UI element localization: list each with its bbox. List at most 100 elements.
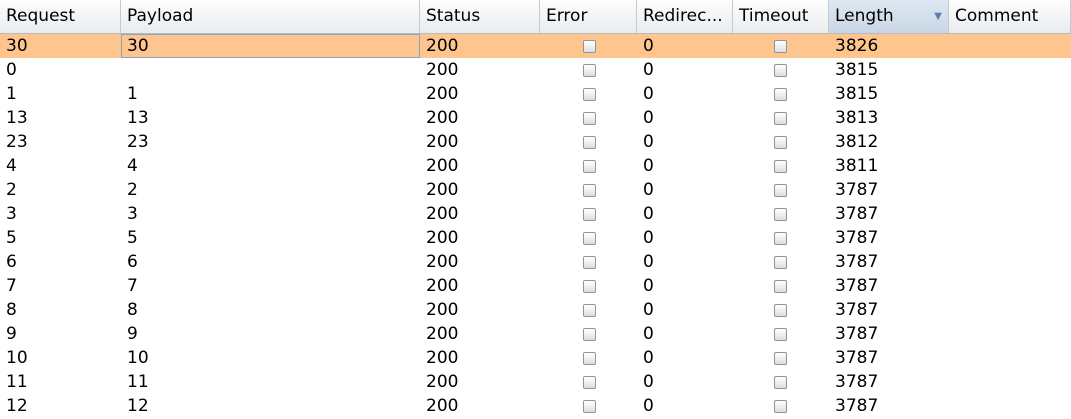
table-row[interactable]: 11 11 200 0 3787 [0,370,1071,394]
timeout-checkbox[interactable] [774,207,787,221]
cell-error [540,106,637,130]
cell-timeout [733,58,829,82]
cell-request: 3 [6,204,17,224]
timeout-checkbox[interactable] [774,351,787,365]
cell-length: 3787 [835,324,879,344]
cell-status: 200 [426,372,459,392]
cell-status: 200 [426,252,459,272]
cell-status: 200 [426,228,459,248]
column-header-redirects[interactable]: Redirec... [637,0,733,33]
cell-comment [949,298,1071,322]
table-row[interactable]: 1 1 200 0 3815 [0,82,1071,106]
table-row[interactable]: 4 4 200 0 3811 [0,154,1071,178]
table-row[interactable]: 12 12 200 0 3787 [0,394,1071,418]
column-header-request[interactable]: Request [0,0,121,33]
cell-comment [949,250,1071,274]
cell-timeout [733,106,829,130]
cell-request: 13 [6,108,28,128]
cell-redirects: 0 [643,372,654,392]
error-checkbox[interactable] [583,135,596,149]
timeout-checkbox[interactable] [774,111,787,125]
timeout-checkbox[interactable] [774,87,787,101]
error-checkbox[interactable] [583,111,596,125]
error-checkbox[interactable] [583,303,596,317]
column-header-label: Redirec... [643,6,723,26]
timeout-checkbox[interactable] [774,183,787,197]
cell-comment [949,346,1071,370]
table-row[interactable]: 13 13 200 0 3813 [0,106,1071,130]
cell-request: 9 [6,324,17,344]
error-checkbox[interactable] [583,327,596,341]
table-row[interactable]: 3 3 200 0 3787 [0,202,1071,226]
timeout-checkbox[interactable] [774,399,787,413]
cell-comment [949,82,1071,106]
error-checkbox[interactable] [583,87,596,101]
table-row[interactable]: 30 30 200 0 3826 [0,34,1071,58]
table-row[interactable]: 6 6 200 0 3787 [0,250,1071,274]
error-checkbox[interactable] [583,255,596,269]
column-header-comment[interactable]: Comment [949,0,1071,33]
table-row[interactable]: 7 7 200 0 3787 [0,274,1071,298]
table-row[interactable]: 0 200 0 3815 [0,58,1071,82]
cell-status: 200 [426,156,459,176]
error-checkbox[interactable] [583,351,596,365]
timeout-checkbox[interactable] [774,279,787,293]
cell-timeout [733,226,829,250]
cell-error [540,298,637,322]
cell-error [540,394,637,418]
timeout-checkbox[interactable] [774,159,787,173]
column-header-error[interactable]: Error [540,0,637,33]
cell-payload: 5 [127,228,138,248]
cell-redirects: 0 [643,180,654,200]
timeout-checkbox[interactable] [774,231,787,245]
cell-redirects: 0 [643,156,654,176]
cell-payload: 13 [127,108,149,128]
cell-comment [949,274,1071,298]
error-checkbox[interactable] [583,63,596,77]
column-header-label: Payload [127,6,194,26]
column-header-payload[interactable]: Payload [121,0,420,33]
timeout-checkbox[interactable] [774,375,787,389]
table-row[interactable]: 5 5 200 0 3787 [0,226,1071,250]
cell-payload: 4 [127,156,138,176]
cell-error [540,202,637,226]
cell-redirects: 0 [643,204,654,224]
cell-timeout [733,34,829,58]
column-header-length[interactable]: Length ▼ [829,0,949,33]
cell-length: 3815 [835,60,879,80]
table-row[interactable]: 10 10 200 0 3787 [0,346,1071,370]
cell-status: 200 [426,60,459,80]
column-header-timeout[interactable]: Timeout [733,0,829,33]
error-checkbox[interactable] [583,231,596,245]
timeout-checkbox[interactable] [774,135,787,149]
cell-timeout [733,298,829,322]
error-checkbox[interactable] [583,183,596,197]
cell-request: 6 [6,252,17,272]
results-table: Request Payload Status Error Redirec... … [0,0,1071,419]
error-checkbox[interactable] [583,399,596,413]
sort-descending-icon: ▼ [934,11,942,22]
cell-error [540,226,637,250]
table-row[interactable]: 8 8 200 0 3787 [0,298,1071,322]
timeout-checkbox[interactable] [774,327,787,341]
cell-timeout [733,82,829,106]
error-checkbox[interactable] [583,159,596,173]
timeout-checkbox[interactable] [774,39,787,53]
table-row[interactable]: 2 2 200 0 3787 [0,178,1071,202]
cell-payload: 10 [127,348,149,368]
error-checkbox[interactable] [583,207,596,221]
cell-timeout [733,130,829,154]
table-row[interactable]: 9 9 200 0 3787 [0,322,1071,346]
cell-payload: 7 [127,276,138,296]
cell-status: 200 [426,300,459,320]
error-checkbox[interactable] [583,39,596,53]
cell-length: 3787 [835,396,879,416]
error-checkbox[interactable] [583,279,596,293]
timeout-checkbox[interactable] [774,63,787,77]
error-checkbox[interactable] [583,375,596,389]
column-header-status[interactable]: Status [420,0,540,33]
table-row[interactable]: 23 23 200 0 3812 [0,130,1071,154]
timeout-checkbox[interactable] [774,255,787,269]
cell-status: 200 [426,108,459,128]
timeout-checkbox[interactable] [774,303,787,317]
